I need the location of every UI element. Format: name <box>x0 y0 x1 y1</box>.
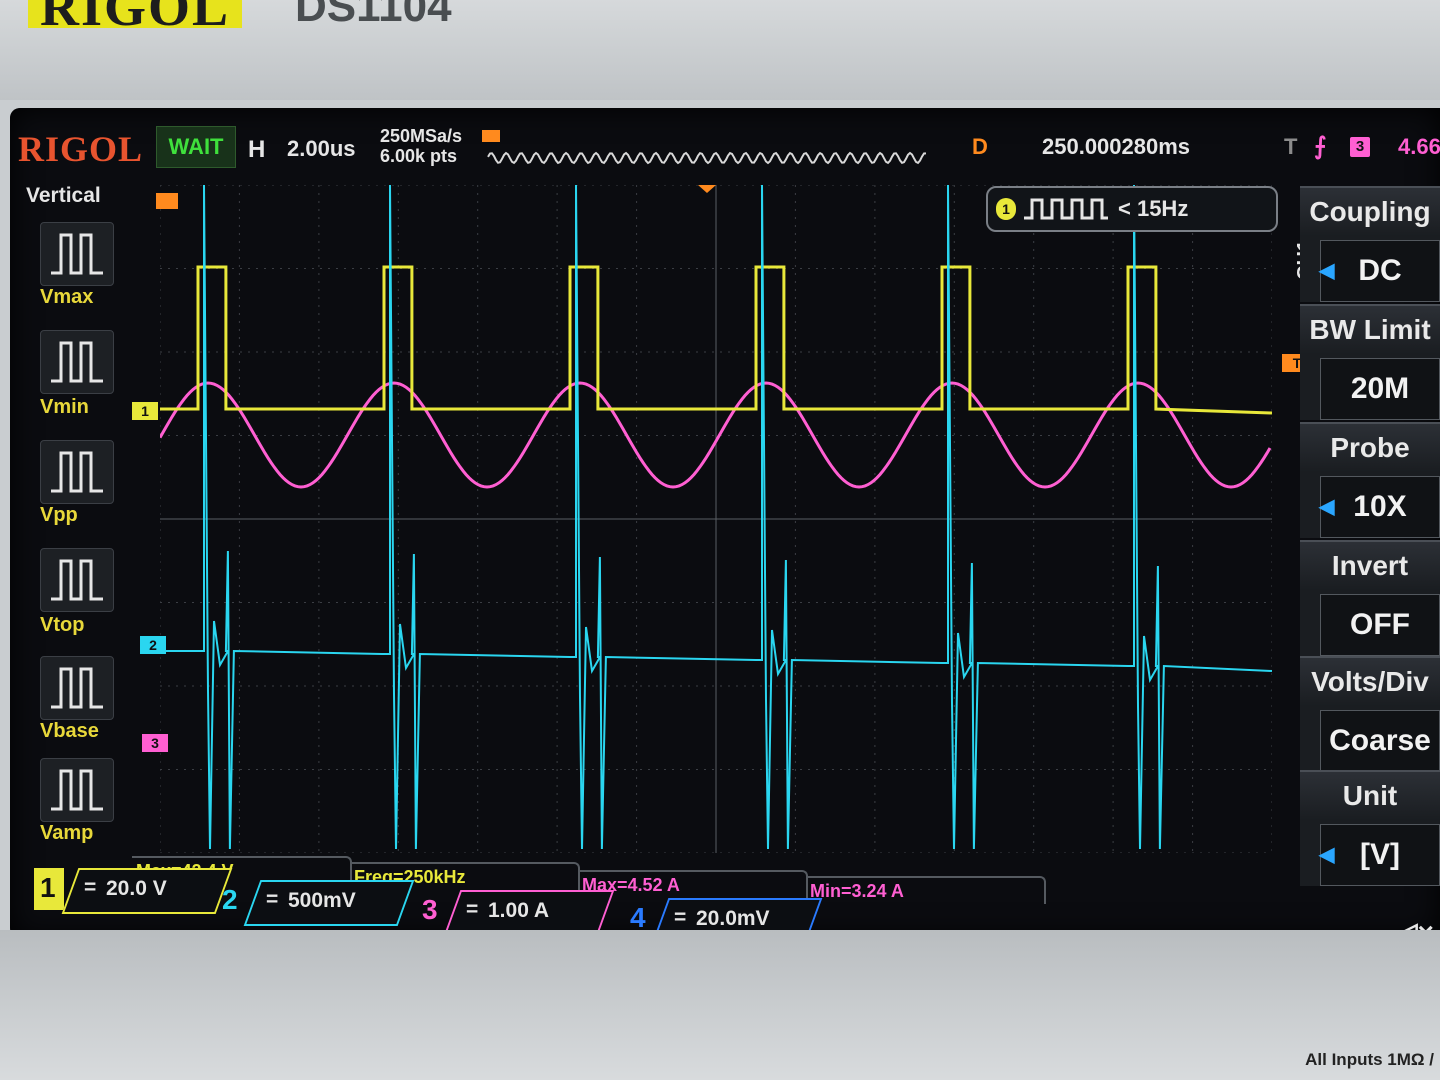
measure-vpp-button[interactable] <box>40 440 114 504</box>
measure-vtop-label: Vtop <box>40 614 85 636</box>
left-arrow-icon: ◀ <box>1319 496 1335 518</box>
counter-source-badge: 1 <box>996 198 1016 220</box>
menu-item-value-text: 10X <box>1353 490 1407 523</box>
vertical-panel-title: Vertical <box>26 184 101 207</box>
ch1-ground-marker[interactable]: 1 <box>132 402 158 420</box>
channel-coupling: = <box>466 898 479 921</box>
instrument-bezel-top: RIGOL DS1104 <box>0 0 1440 100</box>
menu-item-volts-div[interactable]: Volts/Div Coarse <box>1300 656 1440 772</box>
pulse-train-icon <box>1024 198 1108 220</box>
bezel-brand-logo: RIGOL <box>28 0 243 34</box>
ch2-ground-marker[interactable]: 2 <box>140 636 166 654</box>
measure-vmin-label: Vmin <box>40 396 89 418</box>
run-status: WAIT <box>156 126 236 168</box>
left-arrow-icon: ◀ <box>1319 844 1335 866</box>
memory-depth: 6.00k pts <box>380 146 458 166</box>
ch3-waveform <box>160 381 1272 489</box>
channel-1-status[interactable]: 1 = 20.0 V <box>34 868 233 918</box>
instrument-bezel-bottom: All Inputs 1MΩ / <box>0 930 1440 1080</box>
memory-overview-bar <box>482 130 927 165</box>
channel-number: 3 <box>422 894 438 925</box>
channel-coupling: = <box>674 906 687 929</box>
menu-item-invert[interactable]: Invert OFF <box>1300 540 1440 656</box>
menu-item-value[interactable]: 20M <box>1320 358 1440 420</box>
vtop-icon <box>51 559 103 601</box>
inputs-impedance-label: All Inputs 1MΩ / <box>1305 1050 1434 1069</box>
delay-label: D <box>972 134 988 159</box>
channel-scale: 1.00 A <box>488 899 550 922</box>
channel-scale: 20.0mV <box>696 907 770 930</box>
measure-vamp-label: Vamp <box>40 822 94 844</box>
menu-item-label: Unit <box>1300 770 1440 820</box>
channel-number: 2 <box>222 884 238 915</box>
channel-scale: 500mV <box>288 889 356 912</box>
menu-item-label: BW Limit <box>1300 304 1440 354</box>
waveform-display <box>160 185 1272 853</box>
vpp-icon <box>51 451 103 493</box>
menu-item-coupling[interactable]: Coupling ◀ DC <box>1300 186 1440 302</box>
measure-vmax-button[interactable] <box>40 222 114 286</box>
channel-scale: 20.0 V <box>106 877 167 900</box>
menu-item-value[interactable]: ◀ 10X <box>1319 476 1440 538</box>
menu-item-value[interactable]: OFF <box>1320 594 1440 656</box>
screen-logo: RIGOL <box>18 129 144 169</box>
menu-item-label: Invert <box>1300 540 1440 590</box>
measure-vmin-button[interactable] <box>40 330 114 394</box>
menu-item-value[interactable]: ◀ DC <box>1319 240 1440 302</box>
channel-coupling: = <box>84 876 97 899</box>
left-arrow-icon: ◀ <box>1319 260 1335 282</box>
horizontal-label: H <box>248 136 266 163</box>
horizontal-trigger-marker <box>156 193 178 209</box>
menu-item-value[interactable]: ◀ [V] <box>1319 824 1440 886</box>
vbase-icon <box>51 667 103 709</box>
trigger-time-marker <box>698 185 716 193</box>
measure-vbase-button[interactable] <box>40 656 114 720</box>
counter-value: < 15Hz <box>1118 196 1189 221</box>
channel-number: 1 <box>40 872 56 903</box>
menu-item-value-text: OFF <box>1350 608 1410 641</box>
sample-rate: 250MSa/s <box>380 126 463 146</box>
measure-vpp-label: Vpp <box>40 504 78 526</box>
menu-item-probe[interactable]: Probe ◀ 10X <box>1300 422 1440 538</box>
measure-vmax-label: Vmax <box>40 286 94 308</box>
menu-item-label: Probe <box>1300 422 1440 472</box>
delay-value[interactable]: 250.000280ms <box>1042 134 1190 160</box>
trigger-source-badge: 3 <box>1350 137 1370 157</box>
measure-vbase-label: Vbase <box>40 720 99 742</box>
trigger-label: T <box>1284 134 1298 159</box>
sample-rate-info: 250MSa/s 6.00k pts <box>380 126 462 166</box>
bezel-model: DS1104 <box>295 0 452 31</box>
rising-edge-icon: ⨍ <box>1314 133 1327 160</box>
timebase-value[interactable]: 2.00us <box>287 136 356 162</box>
measure-vtop-button[interactable] <box>40 548 114 612</box>
vmax-icon <box>51 233 103 275</box>
menu-item-value-text: DC <box>1358 254 1402 287</box>
menu-item-value[interactable]: Coarse <box>1320 710 1440 772</box>
channel-coupling: = <box>266 888 279 911</box>
menu-item-value-text: [V] <box>1360 838 1400 871</box>
menu-item-label: Coupling <box>1300 186 1440 236</box>
menu-item-label: Volts/Div <box>1300 656 1440 706</box>
channel-2-status[interactable]: 2 = 500mV <box>216 880 415 930</box>
trigger-level[interactable]: 4.66 <box>1398 134 1440 160</box>
vamp-icon <box>51 769 103 811</box>
measure-vamp-button[interactable] <box>40 758 114 822</box>
measurement-readout: Min=3.24 A <box>806 876 1046 904</box>
menu-item-bw-limit[interactable]: BW Limit 20M <box>1300 304 1440 420</box>
menu-item-unit[interactable]: Unit ◀ [V] <box>1300 770 1440 886</box>
frequency-counter: 1 < 15Hz <box>986 186 1278 232</box>
vmin-icon <box>51 341 103 383</box>
trigger-position-marker <box>482 130 500 142</box>
menu-item-value-text: Coarse <box>1329 724 1431 757</box>
ch3-ground-marker[interactable]: 3 <box>142 734 168 752</box>
menu-item-value-text: 20M <box>1350 372 1410 405</box>
